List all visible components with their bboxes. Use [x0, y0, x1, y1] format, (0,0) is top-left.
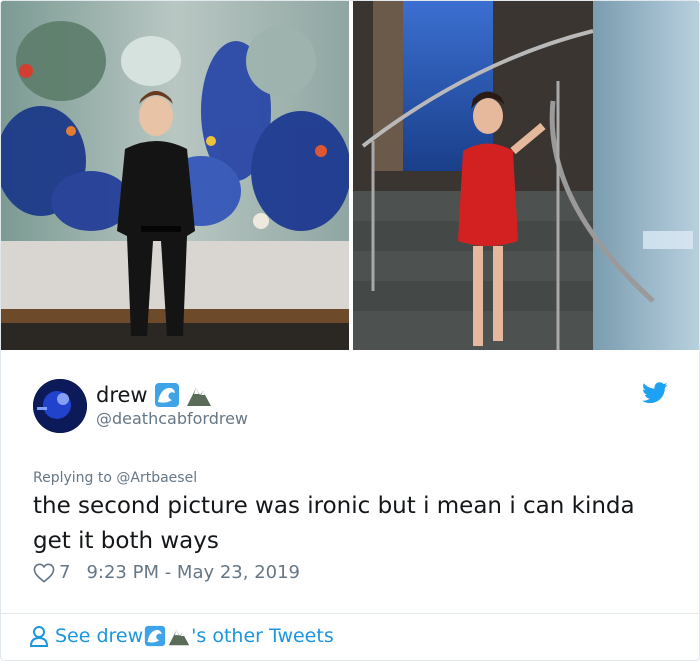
photo-right[interactable] — [353, 1, 699, 350]
mountain-emoji-icon — [186, 382, 212, 408]
see-prefix: See drew — [55, 625, 144, 647]
heart-icon[interactable] — [33, 563, 55, 583]
timestamp[interactable]: 9:23 PM - May 23, 2019 — [86, 562, 300, 583]
like-count[interactable]: 7 — [59, 562, 70, 583]
see-other-tweets-link[interactable]: See drew 's other Tweets — [29, 625, 334, 647]
wave-emoji-icon — [144, 625, 166, 647]
twitter-bird-icon[interactable] — [642, 382, 668, 404]
mountain-emoji-icon — [168, 625, 190, 647]
person-icon — [29, 625, 49, 647]
divider — [1, 613, 699, 614]
display-name[interactable]: drew — [96, 383, 148, 407]
wave-emoji-icon — [154, 382, 180, 408]
author-name-row[interactable]: drew — [96, 382, 212, 408]
see-suffix: 's other Tweets — [191, 625, 334, 647]
replying-handle-link[interactable]: @Artbaesel — [116, 470, 197, 486]
replying-prefix: Replying to — [33, 470, 117, 486]
tweet-text: the second picture was ironic but i mean… — [33, 493, 635, 554]
replying-to: Replying to @Artbaesel — [33, 470, 197, 486]
photo-grid — [1, 1, 699, 350]
user-handle[interactable]: @deathcabfordrew — [96, 409, 248, 428]
tweet-card: drew @deathcabfordrew Replying to @Artba… — [0, 0, 700, 661]
tweet-meta: 7 9:23 PM - May 23, 2019 — [33, 562, 300, 583]
photo-left[interactable] — [1, 1, 349, 350]
avatar[interactable] — [33, 379, 87, 433]
